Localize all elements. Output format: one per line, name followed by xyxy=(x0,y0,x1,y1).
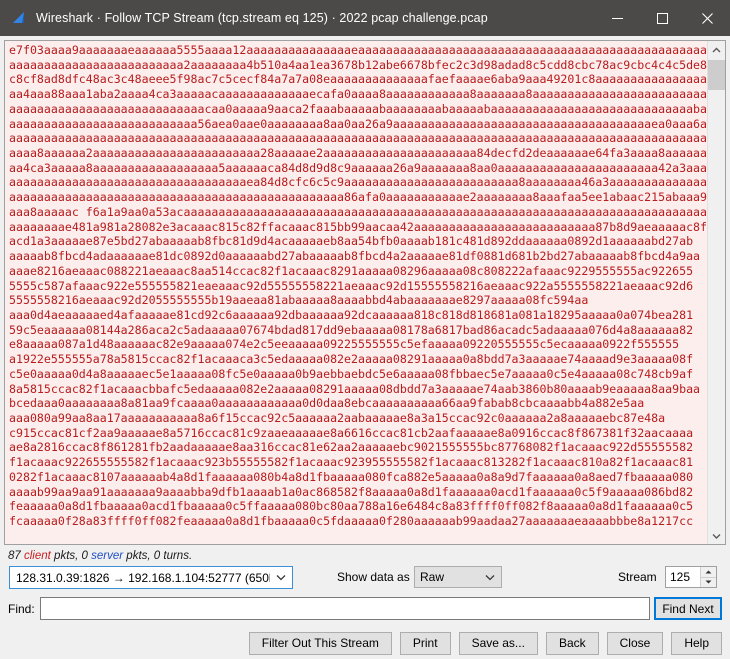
scroll-down-button[interactable] xyxy=(708,527,725,544)
back-button[interactable]: Back xyxy=(545,631,599,655)
dialog-button-row: Filter Out This Stream Print Save as... … xyxy=(0,627,730,659)
close-button[interactable]: Close xyxy=(606,631,664,655)
filter-out-this-stream-button[interactable]: Filter Out This Stream xyxy=(248,631,392,655)
find-row: Find: Find Next xyxy=(0,597,730,625)
stream-content-pane: e7f03aaaa9aaaaaaaeaaaaaa5555aaaa12aaaaaa… xyxy=(4,40,726,545)
spinner-down-icon xyxy=(705,580,712,584)
client-word: client xyxy=(24,550,51,562)
window-controls xyxy=(595,0,730,36)
minimize-button[interactable] xyxy=(595,0,640,36)
chevron-down-icon xyxy=(712,533,721,539)
window-titlebar: Wireshark · Follow TCP Stream (tcp.strea… xyxy=(0,0,730,36)
stream-endpoint-value: 128.31.0.39:1826 → 192.168.1.104:52777 (… xyxy=(16,570,270,585)
scroll-up-button[interactable] xyxy=(708,41,725,58)
stream-number-label: Stream xyxy=(618,570,657,584)
stream-vertical-scrollbar[interactable] xyxy=(707,41,725,544)
minimize-icon xyxy=(612,17,623,19)
print-button[interactable]: Print xyxy=(399,631,451,655)
close-icon xyxy=(702,12,713,24)
find-input[interactable] xyxy=(40,597,650,620)
chevron-up-icon xyxy=(712,47,721,52)
dialog-body: e7f03aaaa9aaaaaaaeaaaaaa5555aaaa12aaaaaa… xyxy=(0,36,730,655)
server-suffix: pkts, 0 turns. xyxy=(123,550,193,562)
stream-controls-row: 128.31.0.39:1826 → 192.168.1.104:52777 (… xyxy=(0,566,730,594)
scrollbar-track[interactable] xyxy=(708,58,725,527)
stream-text-content[interactable]: e7f03aaaa9aaaaaaaeaaaaaa5555aaaa12aaaaaa… xyxy=(5,41,707,544)
wireshark-shark-fin-icon xyxy=(13,12,24,23)
stream-number-stepper[interactable]: 125 xyxy=(665,566,717,588)
server-word: server xyxy=(91,550,124,562)
chevron-down-icon xyxy=(270,574,292,581)
spinner-up-icon xyxy=(705,570,712,574)
close-window-button[interactable] xyxy=(685,0,730,36)
stepper-buttons xyxy=(700,567,716,587)
maximize-button[interactable] xyxy=(640,0,685,36)
chevron-down-icon xyxy=(479,574,501,581)
stream-endpoint-select[interactable]: 128.31.0.39:1826 → 192.168.1.104:52777 (… xyxy=(9,566,293,589)
find-next-button[interactable]: Find Next xyxy=(654,597,722,620)
stream-increment-button[interactable] xyxy=(701,567,716,578)
stream-number-value[interactable]: 125 xyxy=(666,567,700,587)
maximize-icon xyxy=(657,12,668,24)
scrollbar-thumb[interactable] xyxy=(708,60,725,90)
stream-decrement-button[interactable] xyxy=(701,577,716,587)
show-data-as-label: Show data as xyxy=(337,570,410,584)
help-button[interactable]: Help xyxy=(671,631,722,655)
window-title: Wireshark · Follow TCP Stream (tcp.strea… xyxy=(36,11,488,25)
show-data-as-select[interactable]: Raw xyxy=(414,566,502,588)
save-as-button[interactable]: Save as... xyxy=(458,631,538,655)
show-data-as-value: Raw xyxy=(420,570,445,584)
packet-count-status: 87 client pkts, 0 server pkts, 0 turns. xyxy=(8,550,192,562)
client-suffix: pkts, xyxy=(50,550,82,562)
find-label: Find: xyxy=(8,602,35,616)
client-pkt-count: 87 xyxy=(8,550,21,562)
